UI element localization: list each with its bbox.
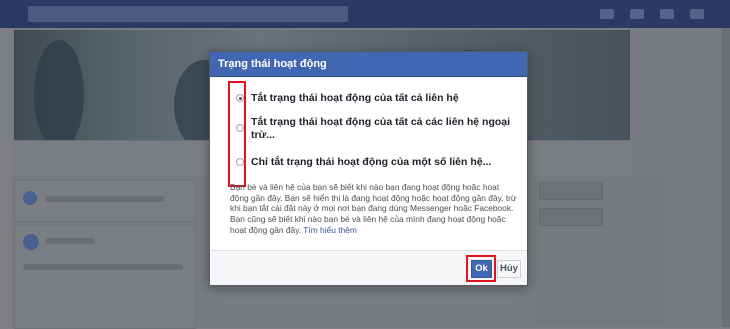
highlight-box-radios — [228, 81, 246, 187]
option-label: Tắt trạng thái hoạt động của tất cả liên… — [251, 92, 459, 104]
ok-button[interactable]: Ok — [471, 260, 492, 278]
option-label: Tắt trạng thái hoạt động của tất cả các … — [251, 116, 511, 141]
sidebar-button[interactable] — [539, 182, 603, 200]
dialog-title: Trạng thái hoạt động — [210, 52, 527, 77]
active-status-dialog: Trạng thái hoạt động Tắt trạng thái hoạt… — [209, 51, 528, 286]
description-text: Bạn bè và liên hệ của bạn sẽ biết khi nà… — [230, 182, 520, 236]
description-body: Bạn bè và liên hệ của bạn sẽ biết khi nà… — [230, 182, 517, 235]
learn-more-link[interactable]: Tìm hiểu thêm — [303, 225, 357, 235]
search-input[interactable] — [28, 6, 348, 22]
intro-card — [14, 180, 196, 222]
right-column — [535, 180, 665, 327]
cancel-button[interactable]: Hủy — [497, 260, 521, 278]
messages-icon[interactable] — [630, 9, 644, 19]
avatar — [23, 234, 39, 250]
globe-icon — [23, 191, 37, 205]
notifications-icon[interactable] — [660, 9, 674, 19]
help-icon[interactable] — [690, 9, 704, 19]
scrollbar[interactable] — [722, 28, 730, 327]
post-card — [14, 225, 196, 329]
sidebar-button[interactable] — [539, 208, 603, 226]
friends-icon[interactable] — [600, 9, 614, 19]
option-label: Chỉ tắt trạng thái hoạt động của một số … — [251, 156, 492, 168]
top-navigation-bar — [0, 0, 730, 28]
